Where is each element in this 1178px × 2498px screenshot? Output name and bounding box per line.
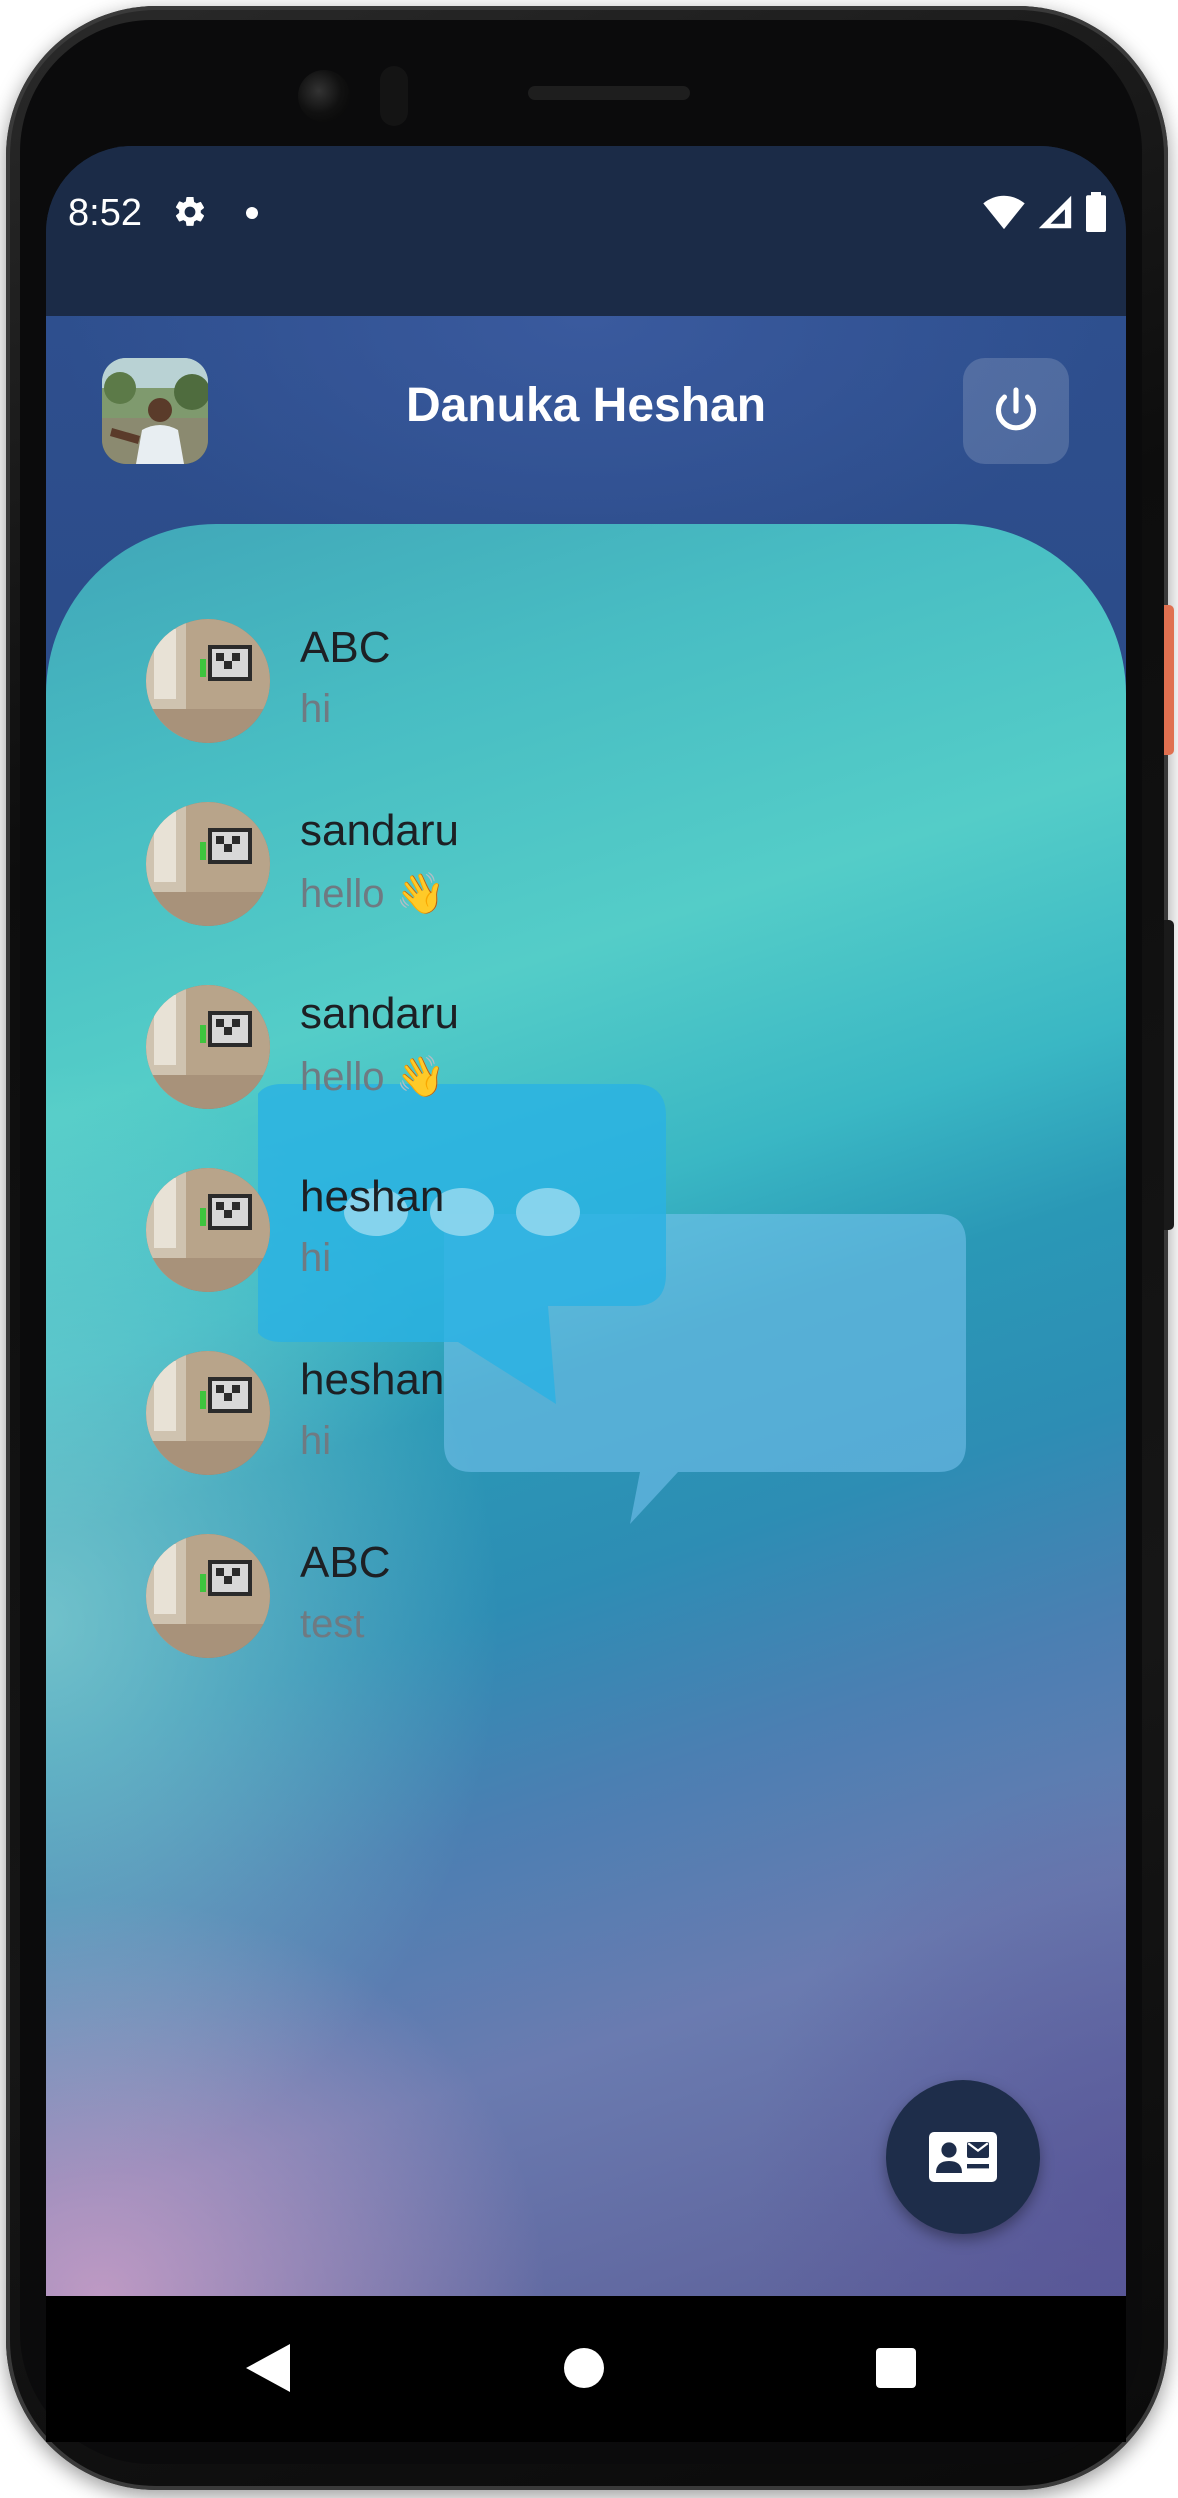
- contact-name: ABC: [300, 623, 391, 672]
- contact-photo-image: [146, 802, 270, 926]
- proximity-sensor: [380, 66, 408, 126]
- signal-icon: [1038, 195, 1072, 229]
- contact-avatar: [146, 985, 270, 1109]
- profile-avatar[interactable]: [102, 358, 208, 464]
- recents-icon[interactable]: [876, 2348, 916, 2388]
- home-icon[interactable]: [564, 2348, 604, 2388]
- contact-photo-image: [146, 1351, 270, 1475]
- contact-photo-image: [146, 1534, 270, 1658]
- notification-dot-icon: [246, 207, 258, 219]
- last-message: test: [300, 1602, 365, 1646]
- contact-name: ABC: [300, 1538, 391, 1587]
- volume-side-button: [1164, 920, 1174, 1230]
- last-message: hello 👋: [300, 1055, 446, 1099]
- front-camera: [298, 70, 350, 122]
- earpiece-speaker: [528, 86, 690, 100]
- contact-name: heshan: [300, 1355, 445, 1404]
- contact-avatar: [146, 802, 270, 926]
- page-title: Danuka Heshan: [405, 379, 767, 432]
- contact-avatar: [146, 1351, 270, 1475]
- contact-name: sandaru: [300, 989, 460, 1038]
- chat-list-item[interactable]: ABC test: [146, 1534, 1046, 1717]
- chat-list-item[interactable]: sandaru hello 👋: [146, 985, 1046, 1168]
- chat-list-item[interactable]: sandaru hello 👋: [146, 802, 1046, 985]
- screen: 8:52 Danuka Heshan ABC hi sandaru hello …: [46, 146, 1126, 2442]
- chat-list-item[interactable]: heshan hi: [146, 1351, 1046, 1534]
- chat-list: ABC hi sandaru hello 👋 sandaru hello 👋 h…: [146, 619, 1046, 1717]
- chat-list-item[interactable]: ABC hi: [146, 619, 1046, 802]
- power-side-button: [1164, 605, 1174, 755]
- contact-mail-icon: [929, 2132, 997, 2182]
- contact-photo-image: [146, 1168, 270, 1292]
- new-chat-fab[interactable]: [886, 2080, 1040, 2234]
- status-time: 8:52: [68, 192, 142, 234]
- contact-avatar: [146, 619, 270, 743]
- last-message: hi: [300, 1236, 332, 1280]
- contact-photo-image: [146, 985, 270, 1109]
- contact-name: sandaru: [300, 806, 460, 855]
- battery-icon: [1086, 192, 1106, 232]
- app-bar: Danuka Heshan: [46, 316, 1126, 526]
- status-right-icons: [982, 192, 1108, 232]
- status-bar: 8:52: [46, 146, 1126, 316]
- last-message: hi: [300, 687, 332, 731]
- contact-avatar: [146, 1534, 270, 1658]
- gear-icon: [175, 196, 205, 226]
- power-icon: [995, 387, 1037, 431]
- contact-name: heshan: [300, 1172, 445, 1221]
- contact-avatar: [146, 1168, 270, 1292]
- app-content: Danuka Heshan ABC hi sandaru hello 👋 san…: [46, 316, 1126, 2296]
- contact-photo-image: [146, 619, 270, 743]
- logout-button[interactable]: [963, 358, 1069, 464]
- wifi-icon: [983, 195, 1025, 230]
- profile-photo-image: [102, 358, 208, 464]
- chat-list-item[interactable]: heshan hi: [146, 1168, 1046, 1351]
- last-message: hello 👋: [300, 872, 446, 916]
- chat-list-panel: ABC hi sandaru hello 👋 sandaru hello 👋 h…: [46, 524, 1126, 2296]
- last-message: hi: [300, 1419, 332, 1463]
- system-nav-bar: [46, 2296, 1126, 2442]
- back-icon[interactable]: [246, 2344, 290, 2392]
